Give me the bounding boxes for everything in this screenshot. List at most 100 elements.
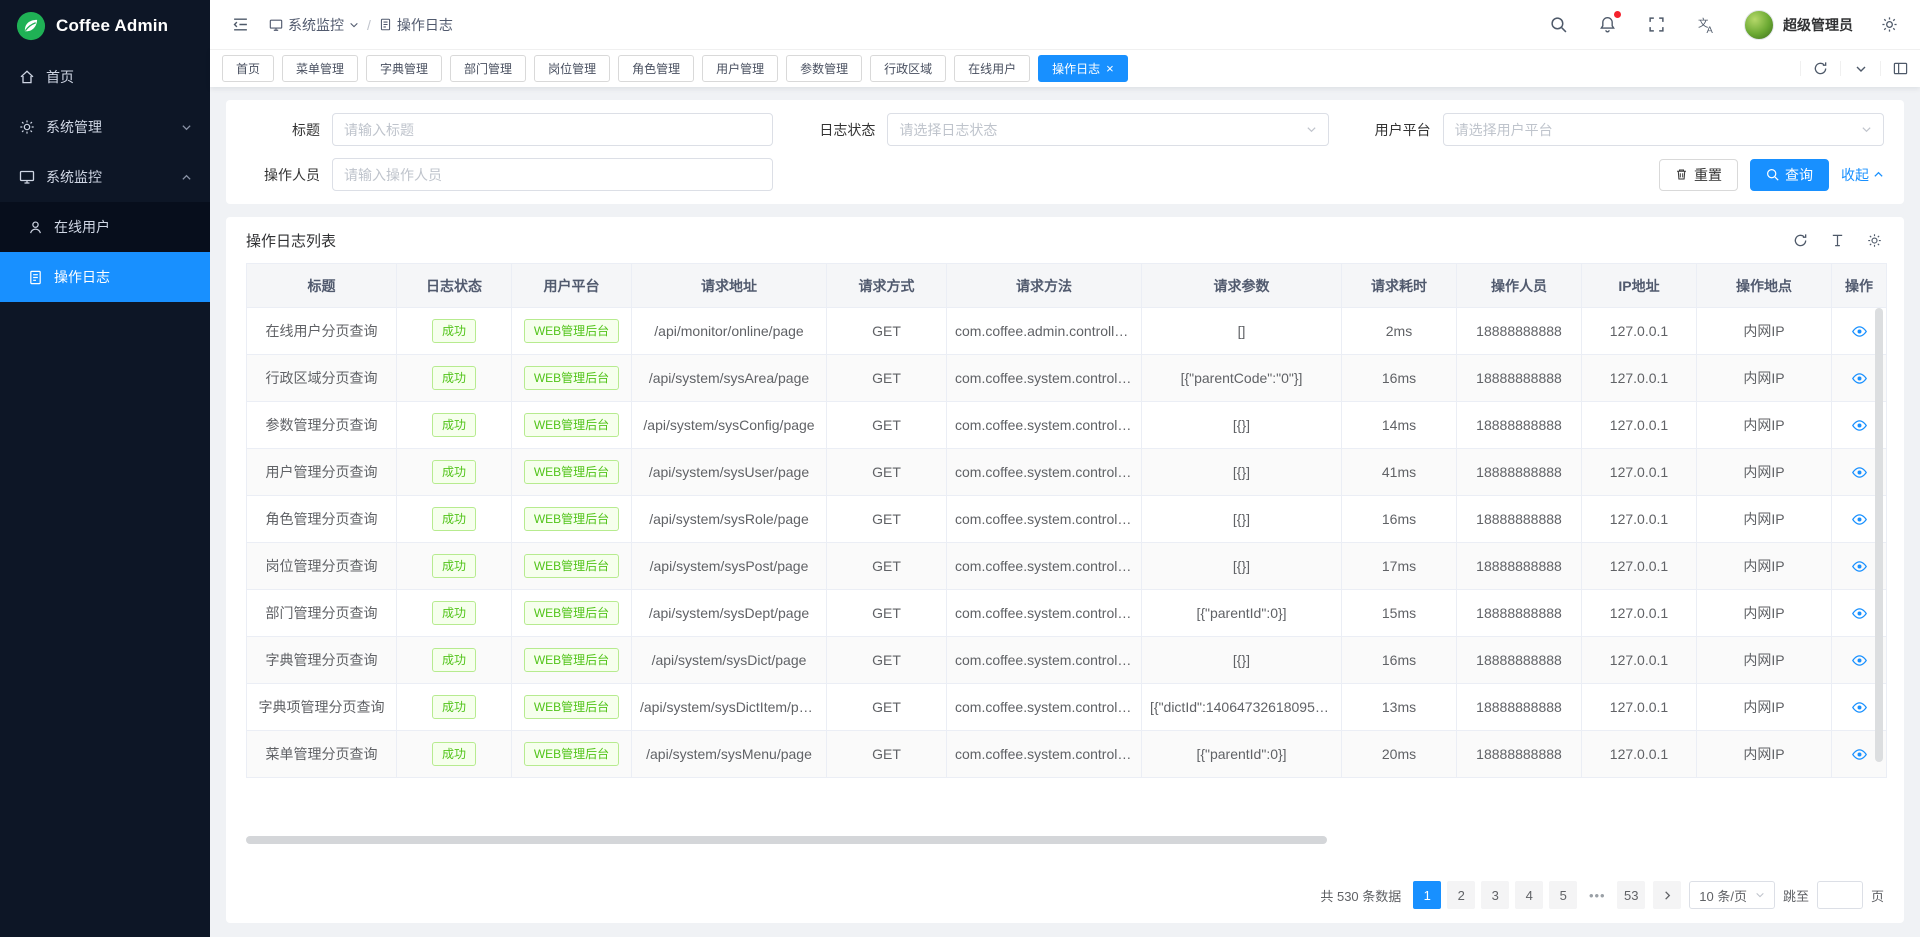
view-detail-eye-icon[interactable] [1849,744,1870,765]
tab-8[interactable]: 行政区域 [870,55,946,82]
tab-5[interactable]: 角色管理 [618,55,694,82]
column-settings-gear-icon[interactable] [1865,231,1884,250]
settings-gear-icon[interactable] [1877,12,1902,37]
sidebar-collapse-button[interactable] [228,12,253,37]
translate-icon[interactable]: 文A [1693,11,1720,38]
pager-page-53[interactable]: 53 [1617,881,1645,909]
cell-title: 参数管理分页查询 [247,402,397,449]
view-detail-eye-icon[interactable] [1849,509,1870,530]
pager-page-2[interactable]: 2 [1447,881,1475,909]
cell-platform: WEB管理后台 [512,449,632,496]
search-icon[interactable] [1546,12,1571,37]
view-detail-eye-icon[interactable] [1849,697,1870,718]
cell-request-method: GET [827,402,947,449]
view-detail-eye-icon[interactable] [1849,321,1870,342]
platform-badge: WEB管理后台 [524,413,619,437]
next-page-button[interactable] [1653,881,1681,909]
view-detail-eye-icon[interactable] [1849,462,1870,483]
sidebar-item-system-management[interactable]: 系统管理 [0,102,210,152]
table-row[interactable]: 在线用户分页查询 成功 WEB管理后台 /api/monitor/online/… [247,308,1887,355]
pager-page-4[interactable]: 4 [1515,881,1543,909]
cell-ip: 127.0.0.1 [1582,684,1697,731]
pager-pages: 12345•••53 [1413,881,1645,909]
cell-ip: 127.0.0.1 [1582,637,1697,684]
tab-close-icon[interactable]: × [1106,62,1114,75]
tab-label: 参数管理 [800,60,848,77]
table-row[interactable]: 用户管理分页查询 成功 WEB管理后台 /api/system/sysUser/… [247,449,1887,496]
table-row[interactable]: 角色管理分页查询 成功 WEB管理后台 /api/system/sysRole/… [247,496,1887,543]
cell-request-handler: com.coffee.system.controlle... [947,731,1142,778]
tab-4[interactable]: 岗位管理 [534,55,610,82]
search-button[interactable]: 查询 [1750,159,1829,191]
reset-button[interactable]: 重置 [1659,159,1738,191]
layout-panel-icon[interactable] [1880,61,1920,76]
table-row[interactable]: 菜单管理分页查询 成功 WEB管理后台 /api/system/sysMenu/… [247,731,1887,778]
horizontal-scrollbar[interactable] [246,836,1884,844]
sidebar-item-operation-log[interactable]: 操作日志 [0,252,210,302]
tab-10[interactable]: 操作日志× [1038,55,1128,82]
row-density-icon[interactable] [1828,231,1847,250]
view-detail-eye-icon[interactable] [1849,650,1870,671]
tab-2[interactable]: 字典管理 [366,55,442,82]
table-row[interactable]: 行政区域分页查询 成功 WEB管理后台 /api/system/sysArea/… [247,355,1887,402]
tab-label: 菜单管理 [296,60,344,77]
user-menu[interactable]: 超级管理员 [1744,10,1853,40]
view-detail-eye-icon[interactable] [1849,556,1870,577]
status-select[interactable]: 请选择日志状态 [887,113,1328,146]
status-select-placeholder: 请选择日志状态 [899,120,1297,140]
pager-ellipsis[interactable]: ••• [1583,881,1611,909]
filter-title-field: 标题 [246,113,773,146]
table-row[interactable]: 字典管理分页查询 成功 WEB管理后台 /api/system/sysDict/… [247,637,1887,684]
cell-request-params: [{}] [1142,496,1342,543]
cell-location: 内网IP [1697,402,1832,449]
tab-7[interactable]: 参数管理 [786,55,862,82]
table-row[interactable]: 部门管理分页查询 成功 WEB管理后台 /api/system/sysDept/… [247,590,1887,637]
cell-operator: 18888888888 [1457,355,1582,402]
refresh-table-icon[interactable] [1791,231,1810,250]
vertical-scrollbar[interactable] [1875,308,1883,776]
cell-platform: WEB管理后台 [512,308,632,355]
table-row[interactable]: 字典项管理分页查询 成功 WEB管理后台 /api/system/sysDict… [247,684,1887,731]
avatar [1744,10,1774,40]
view-detail-eye-icon[interactable] [1849,368,1870,389]
page-size-select[interactable]: 10 条/页 [1689,881,1775,909]
chevron-down-icon [181,122,192,133]
column-header: 用户平台 [512,264,632,308]
column-header: 请求耗时 [1342,264,1457,308]
jump-page-input[interactable] [1817,881,1863,909]
pager-page-3[interactable]: 3 [1481,881,1509,909]
view-detail-eye-icon[interactable] [1849,415,1870,436]
chevron-up-icon [181,172,192,183]
tab-label: 用户管理 [716,60,764,77]
pager-page-1[interactable]: 1 [1413,881,1441,909]
sidebar-item-system-monitor[interactable]: 系统监控 [0,152,210,202]
notification-bell-icon[interactable] [1595,12,1620,37]
tab-3[interactable]: 部门管理 [450,55,526,82]
title-input[interactable] [344,122,761,138]
cell-platform: WEB管理后台 [512,731,632,778]
table-row[interactable]: 岗位管理分页查询 成功 WEB管理后台 /api/system/sysPost/… [247,543,1887,590]
refresh-tab-icon[interactable] [1800,61,1840,76]
sidebar-item-online-users[interactable]: 在线用户 [0,202,210,252]
brand-name: Coffee Admin [56,16,168,36]
platform-select[interactable]: 请选择用户平台 [1443,113,1884,146]
table-row[interactable]: 参数管理分页查询 成功 WEB管理后台 /api/system/sysConfi… [247,402,1887,449]
tab-actions-chevron-icon[interactable] [1840,61,1880,76]
breadcrumb-parent[interactable]: 系统监控 [269,15,359,35]
collapse-filters-link[interactable]: 收起 [1841,165,1884,185]
fullscreen-icon[interactable] [1644,12,1669,37]
column-header: IP地址 [1582,264,1697,308]
platform-select-placeholder: 请选择用户平台 [1455,120,1853,140]
sidebar-item-home[interactable]: 首页 [0,52,210,102]
cell-title: 岗位管理分页查询 [247,543,397,590]
view-detail-eye-icon[interactable] [1849,603,1870,624]
log-list-header: 操作日志列表 [226,217,1904,263]
operator-input[interactable] [344,167,761,183]
tab-0[interactable]: 首页 [222,55,274,82]
username: 超级管理员 [1783,15,1853,35]
pager-page-5[interactable]: 5 [1549,881,1577,909]
tab-9[interactable]: 在线用户 [954,55,1030,82]
coffee-logo-icon [16,11,46,41]
tab-1[interactable]: 菜单管理 [282,55,358,82]
tab-6[interactable]: 用户管理 [702,55,778,82]
